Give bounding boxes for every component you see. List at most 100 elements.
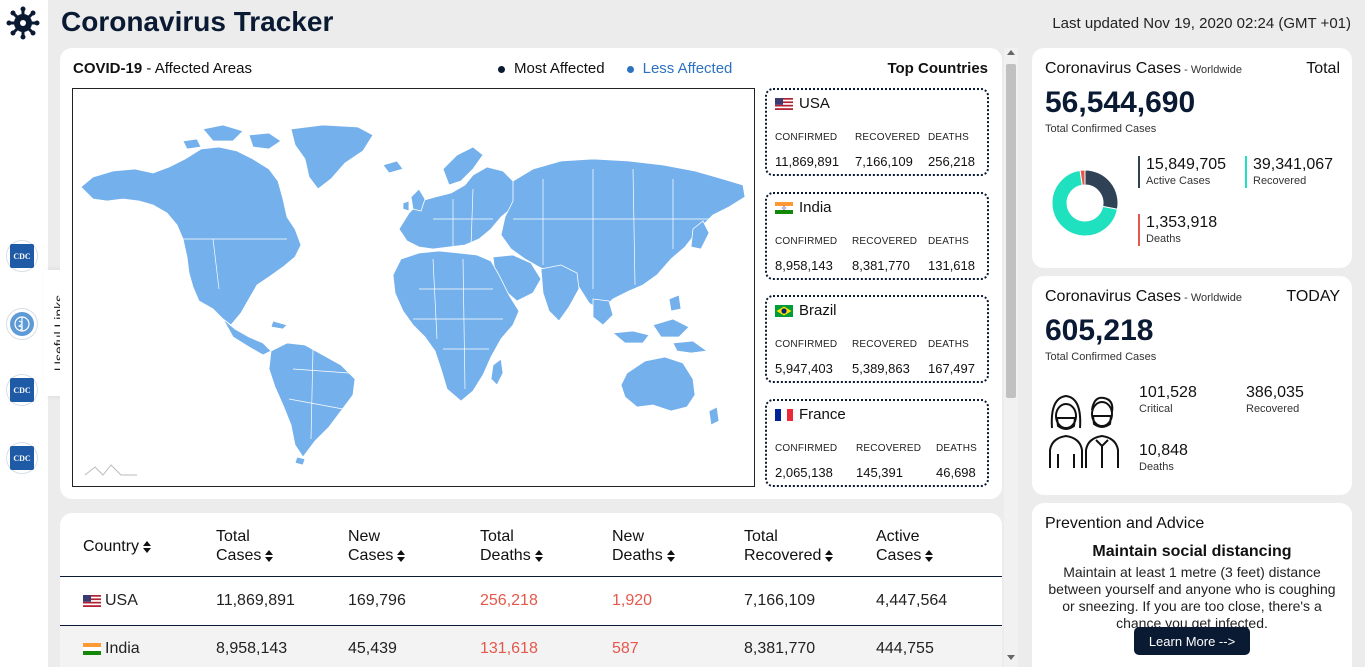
today-cases-card: Coronavirus Cases - Worldwide TODAY 605,… [1032,276,1352,495]
map-legend: Most Affected Less Affected [498,60,732,77]
legend-most-affected[interactable]: Most Affected [498,60,605,77]
confirmed-label: CONFIRMED [775,443,838,454]
col-header-new-cases[interactable]: New Cases [348,527,406,565]
confirmed-value: 11,869,891 [775,154,840,169]
cell-new-cases: 45,439 [348,640,397,657]
us-flag-icon [83,595,101,607]
page-title: Coronavirus Tracker [61,6,334,37]
table-row[interactable]: USA 11,869,891 169,796 256,218 1,920 7,1… [60,577,1002,625]
card-scope: - Worldwide [1181,292,1242,304]
recovered-value: 39,341,067 [1253,156,1334,173]
top-country-card[interactable]: USA CONFIRMED RECOVERED DEATHS 11,869,89… [765,88,989,176]
advice-headline: Maintain social distancing [1092,543,1292,560]
card-scope: - Worldwide [1181,64,1242,76]
cell-total-recovered: 7,166,109 [744,592,816,609]
recovered-label: Recovered [1253,175,1307,187]
who-link[interactable] [6,308,38,340]
cell-total-recovered: 8,381,770 [744,640,816,657]
india-flag-icon [83,643,101,655]
who-logo-icon [10,312,34,336]
top-country-card[interactable]: India CONFIRMED RECOVERED DEATHS 8,958,1… [765,192,989,280]
deaths-value: 256,218 [928,154,975,169]
confirmed-value: 2,065,138 [775,465,833,480]
confirmed-label: CONFIRMED [775,236,838,247]
sort-icon [143,540,152,553]
masked-people-icon [1049,394,1119,468]
map-title: COVID-19 - Affected Areas [73,60,252,77]
top-country-card[interactable]: France CONFIRMED RECOVERED DEATHS 2,065,… [765,399,989,487]
top-country-card[interactable]: Brazil CONFIRMED RECOVERED DEATHS 5,947,… [765,295,989,383]
recovered-label: RECOVERED [852,339,918,350]
deaths-value: 1,353,918 [1146,214,1218,231]
col-header-active-cases[interactable]: Active Cases [876,527,934,565]
recovered-label: RECOVERED [852,236,918,247]
deaths-label: DEATHS [936,443,978,454]
cdc-link[interactable]: CDC [6,240,38,272]
cell-country: India [105,640,140,657]
cell-total-cases: 11,869,891 [216,592,295,609]
cases-donut-chart[interactable] [1050,168,1120,238]
today-recovered-value: 386,035 [1246,384,1304,401]
cell-total-cases: 8,958,143 [216,640,288,657]
cell-active-cases: 4,447,564 [876,592,948,609]
total-confirmed-label: Total Confirmed Cases [1045,123,1157,135]
cell-new-deaths: 587 [612,640,639,657]
deaths-stat: 1,353,918 Deaths [1138,214,1217,246]
cdc-link[interactable]: CDC [6,442,38,474]
brazil-flag-icon [775,304,793,317]
country-name: France [799,406,846,423]
world-map[interactable] [72,88,755,487]
legend-less-affected[interactable]: Less Affected [626,60,732,77]
card-title: Coronavirus Cases [1045,60,1182,77]
col-header-country[interactable]: Country [83,537,152,556]
recovered-value: 5,389,863 [852,361,910,376]
deaths-label: DEATHS [928,132,970,143]
deaths-label: DEATHS [928,339,970,350]
active-cases-stat: 15,849,705 Active Cases [1138,156,1226,188]
col-header-new-deaths[interactable]: New Deaths [612,527,675,565]
top-countries-title: Top Countries [887,60,988,77]
sort-icon [265,549,274,562]
col-header-total-deaths[interactable]: Total Deaths [480,527,543,565]
learn-more-button[interactable]: Learn More --> [1134,627,1250,655]
total-cases-card: Coronavirus Cases - Worldwide Total 56,5… [1032,48,1352,268]
cell-total-deaths: 256,218 [480,592,538,609]
advice-title: Prevention and Advice [1045,515,1205,532]
confirmed-label: CONFIRMED [775,339,838,350]
today-confirmed-value: 605,218 [1045,314,1154,347]
col-header-total-cases[interactable]: Total Cases [216,527,274,565]
us-flag-icon [775,97,793,110]
cdc-link[interactable]: CDC [6,374,38,406]
scroll-down-arrow-icon[interactable] [1007,655,1015,660]
cdc-logo-icon: CDC [10,244,34,268]
map-land[interactable] [80,124,746,466]
scrollbar-thumb[interactable] [1006,64,1016,398]
prevention-advice-card: Prevention and Advice Maintain social di… [1032,503,1352,667]
virus-icon[interactable] [6,6,40,40]
india-flag-icon [775,201,793,214]
today-recovered-stat: 386,035 Recovered [1240,384,1304,416]
cell-total-deaths: 131,618 [480,640,538,657]
cell-active-cases: 444,755 [876,640,934,657]
cdc-logo-icon: CDC [10,378,34,402]
sort-icon [666,549,675,562]
critical-stat: 101,528 Critical [1133,384,1197,416]
cell-new-cases: 169,796 [348,592,406,609]
card-tag: Total [1306,60,1340,77]
card-tag: TODAY [1286,288,1340,305]
confirmed-value: 8,958,143 [775,258,833,273]
col-header-total-recovered[interactable]: Total Recovered [744,527,834,565]
recovered-value: 8,381,770 [852,258,910,273]
donut-active-slice[interactable] [1084,169,1119,210]
deaths-label: Deaths [1146,233,1181,245]
recovered-label: RECOVERED [855,132,921,143]
today-deaths-value: 10,848 [1139,442,1188,459]
advice-body: Maintain at least 1 metre (3 feet) dista… [1048,564,1336,631]
card-title: Coronavirus Cases [1045,288,1182,305]
deaths-value: 167,497 [928,361,975,376]
recovered-value: 7,166,109 [855,154,913,169]
cell-new-deaths: 1,920 [612,592,653,609]
country-name: USA [799,95,830,112]
table-row[interactable]: India 8,958,143 45,439 131,618 587 8,381… [60,625,1002,667]
scroll-up-arrow-icon[interactable] [1007,50,1015,55]
